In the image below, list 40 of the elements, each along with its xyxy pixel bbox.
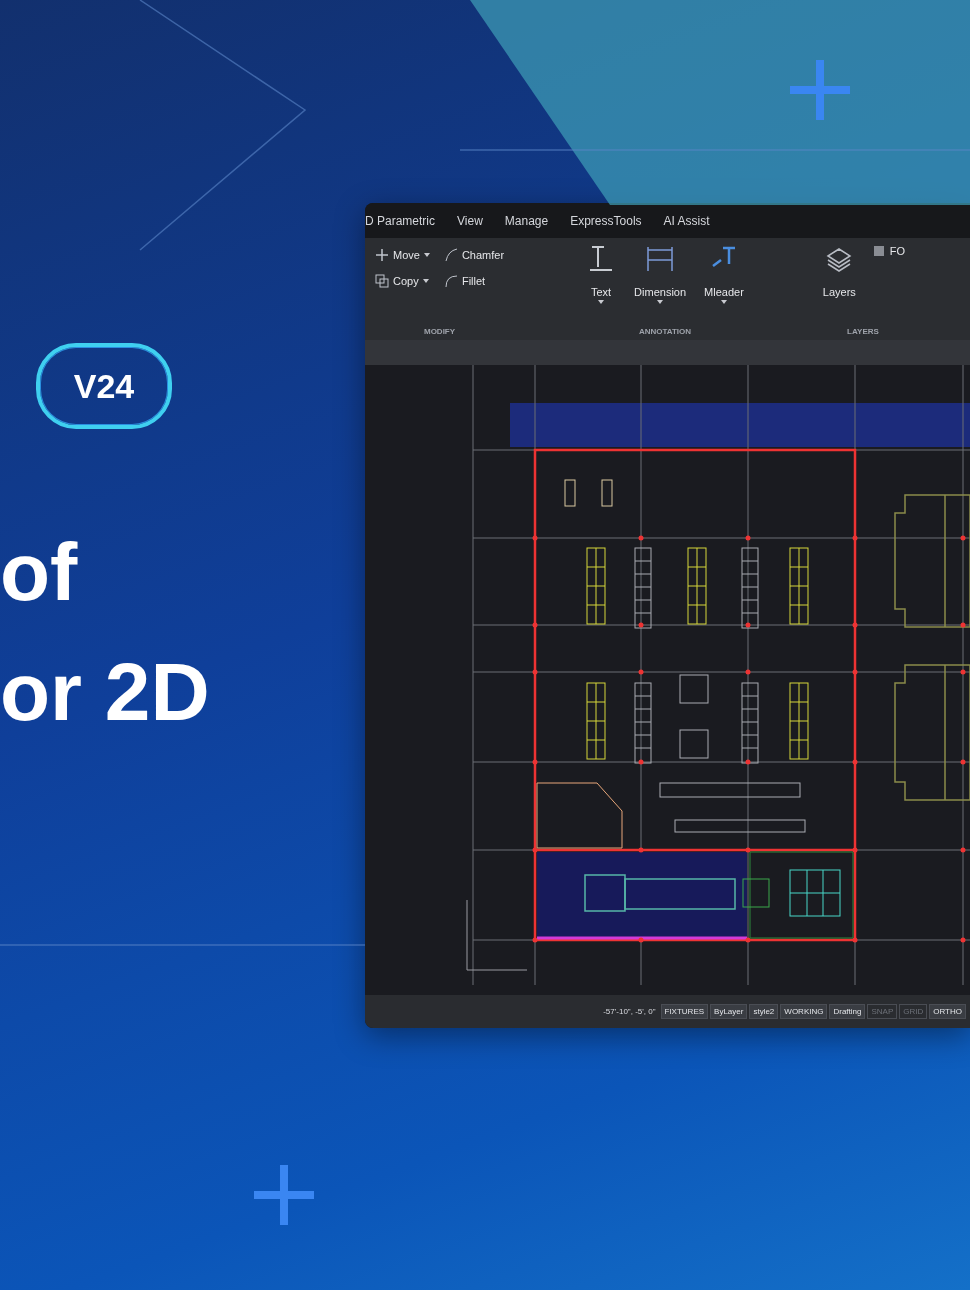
menu-tab[interactable]: D Parametric <box>365 213 435 228</box>
panel-title: MODIFY <box>423 327 457 336</box>
chamfer-icon <box>443 248 458 262</box>
tool-button[interactable]: FO <box>869 244 908 258</box>
menu-tab[interactable]: Manage <box>504 213 549 228</box>
tool-button[interactable]: Chamfer <box>441 248 507 262</box>
menu-tab[interactable]: View <box>457 213 483 228</box>
dimension-icon <box>645 244 676 274</box>
caret-icon <box>657 300 664 304</box>
caret-icon <box>422 279 429 283</box>
status-toggle[interactable]: ORTHO <box>929 1004 966 1019</box>
panel-title: ANNOTATION <box>637 327 692 336</box>
status-toggle[interactable]: style2 <box>749 1004 779 1019</box>
caret-icon <box>720 300 727 304</box>
fillet-icon <box>443 274 458 288</box>
move-icon <box>375 248 389 262</box>
status-toggle[interactable]: Drafting <box>829 1004 866 1019</box>
tool-button[interactable]: Fillet <box>441 274 507 288</box>
headline-text: or 2D <box>0 649 211 735</box>
caret-icon <box>423 253 430 257</box>
status-toggle[interactable]: FIXTURES <box>660 1004 709 1019</box>
tool-button[interactable]: Copy <box>373 274 432 288</box>
layer-icon <box>871 244 886 258</box>
menu-tab[interactable]: AI Assist <box>663 213 710 228</box>
tool-button[interactable]: Move <box>373 248 432 262</box>
version-badge: V24 <box>36 343 172 429</box>
copy-icon <box>375 274 389 288</box>
status-toggle[interactable]: WORKING <box>780 1004 828 1019</box>
tool-button[interactable]: Layers <box>818 244 860 298</box>
plus-icon <box>788 58 852 122</box>
plus-icon <box>252 1163 316 1227</box>
coordinates-text: -57'-10", -5', 0" <box>602 1007 657 1016</box>
tool-button[interactable]: Mleader <box>700 244 748 304</box>
panel-title: LAYERS <box>846 327 880 336</box>
tool-button[interactable]: Dimension <box>630 244 691 304</box>
tool-button[interactable]: Text <box>582 244 621 304</box>
headline-text: of <box>0 529 79 615</box>
menu-tab[interactable]: ExpressTools <box>570 213 642 228</box>
caret-icon <box>598 300 605 304</box>
status-toggle[interactable]: ByLayer <box>710 1004 748 1019</box>
